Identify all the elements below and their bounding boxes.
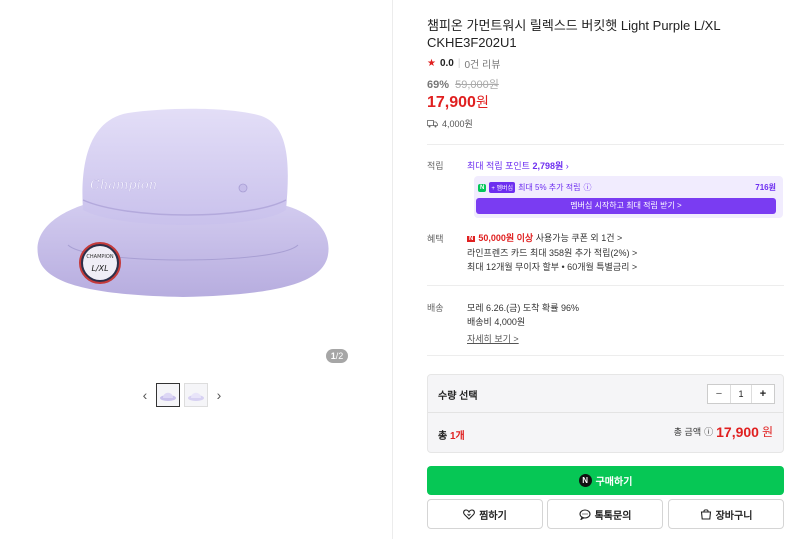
star-icon: ★ [427, 58, 436, 69]
delivery-arrival: 모레 6.26.(금) 도착 확률 96% [467, 303, 579, 313]
info-icon[interactable]: ⓘ [583, 182, 591, 193]
column-divider [392, 0, 393, 539]
membership-info: N + 멤버십 최대 5% 추가 적립 ⓘ [478, 182, 591, 193]
original-price: 59,000원 [455, 79, 499, 91]
membership-box: N + 멤버십 최대 5% 추가 적립 ⓘ 716원 멤버십 시작하고 최대 적… [474, 176, 783, 218]
quantity-box: 수량 선택 − 1 + 총 1개 총 금액 ⓘ 17,900 원 [427, 374, 784, 453]
membership-start-button[interactable]: 멤버십 시작하고 최대 적립 받기 > [476, 198, 776, 214]
thumbnail-hat-icon [188, 392, 204, 401]
total-amount-label: 총 금액 [673, 427, 702, 437]
total-amount: 17,900 [716, 423, 759, 440]
quantity-plus-button[interactable]: + [752, 385, 774, 403]
thumbnail-strip: ‹ › [138, 382, 226, 408]
svg-text:CHAMPION: CHAMPION [86, 254, 113, 260]
next-image-arrow[interactable]: › [212, 382, 226, 408]
delivery-fee: 배송비 4,000원 [467, 317, 526, 327]
bucket-hat-image: Champion CHAMPION L/XL [37, 108, 329, 297]
rating-row: ★ 0.0 | 0건 리뷰 [427, 56, 500, 71]
wish-button[interactable]: 찜하기 [427, 499, 543, 529]
image-counter: 1/2 [326, 349, 348, 363]
shipping-fee-row: 4,000원 [427, 117, 473, 130]
chat-bubble-icon [579, 508, 591, 520]
total-count: 총 1개 [438, 431, 465, 442]
naver-pay-icon: N [578, 474, 592, 487]
buy-button[interactable]: N 구매하기 [427, 466, 784, 495]
quantity-minus-button[interactable]: − [708, 385, 730, 403]
points-label: 적립 [427, 161, 444, 171]
svg-text:L/XL: L/XL [91, 264, 108, 273]
delivery-label: 배송 [427, 303, 444, 313]
naver-badge: N [478, 183, 487, 192]
coupon-benefit[interactable]: N 50,000원 이상 사용가능 쿠폰 외 1건 > [467, 231, 622, 244]
divider [427, 355, 784, 356]
discount-rate: 69% [427, 79, 450, 91]
divider [427, 144, 784, 145]
talk-inquiry-button[interactable]: 톡톡문의 [547, 499, 663, 529]
cart-button[interactable]: 장바구니 [668, 499, 784, 529]
rating-separator: | [457, 58, 461, 69]
membership-badge: + 멤버십 [489, 182, 516, 193]
membership-text: 최대 5% 추가 적립 [518, 183, 581, 192]
quantity-divider [428, 412, 783, 413]
max-points-link[interactable]: 최대 적립 포인트 2,798원 › [467, 159, 569, 172]
thumbnail-2[interactable] [184, 383, 208, 407]
product-gallery: Champion CHAMPION L/XL 1/2 ‹ › [0, 0, 392, 539]
divider [427, 285, 784, 286]
info-icon[interactable]: ⓘ [704, 425, 713, 438]
quantity-stepper: − 1 + [707, 384, 775, 404]
membership-amount: 716원 [755, 183, 776, 192]
total-amount-row: 총 금액 ⓘ 17,900 원 [674, 423, 773, 440]
product-image[interactable]: Champion CHAMPION L/XL [28, 105, 338, 305]
total-amount-unit: 원 [761, 425, 773, 439]
truck-icon [427, 119, 438, 127]
card-benefit[interactable]: 라인프렌즈 카드 최대 358원 추가 적립(2%) > [467, 246, 637, 259]
prev-image-arrow[interactable]: ‹ [138, 382, 152, 408]
coupon-badge: N [467, 236, 476, 242]
discount-row: 69% 59,000원 [427, 76, 499, 92]
buy-label: 구매하기 [595, 477, 633, 488]
thumbnail-1[interactable] [156, 383, 180, 407]
shopping-bag-icon [700, 509, 711, 520]
svg-text:Champion: Champion [90, 178, 157, 193]
thumbnail-hat-icon [160, 392, 176, 401]
heart-icon [463, 508, 476, 520]
installment-benefit[interactable]: 최대 12개월 무이자 할부 • 60개월 특별금리 > [467, 260, 637, 273]
rating-score: 0.0 [439, 58, 454, 69]
review-count-link[interactable]: 0건 리뷰 [464, 56, 500, 71]
quantity-input[interactable]: 1 [730, 385, 752, 403]
delivery-detail-link[interactable]: 자세히 보기 > [467, 332, 519, 345]
benefits-label: 혜택 [427, 234, 444, 244]
sale-price: 17,900원 [427, 94, 489, 111]
shipping-fee: 4,000원 [442, 119, 473, 129]
quantity-label: 수량 선택 [438, 391, 478, 402]
product-title: 챔피온 가먼트워시 릴렉스드 버킷햇 Light Purple L/XL CKH… [427, 18, 721, 50]
